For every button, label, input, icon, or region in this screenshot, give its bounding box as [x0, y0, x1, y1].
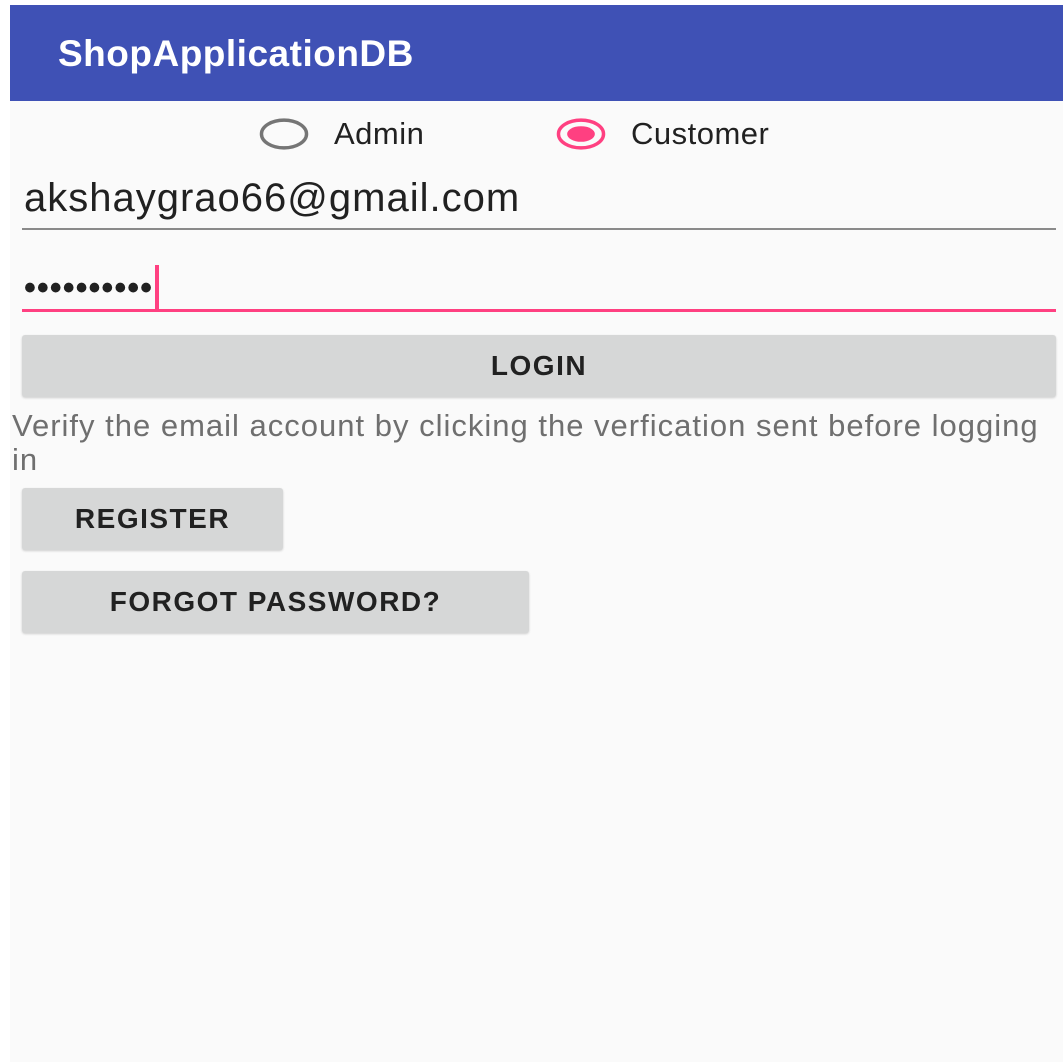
login-button[interactable]: LOGIN — [22, 335, 1056, 397]
register-button[interactable]: REGISTER — [22, 488, 283, 550]
login-screen: ShopApplicationDB Admin Customer akshayg… — [10, 5, 1063, 1062]
radio-checked-icon — [555, 113, 607, 155]
forgot-password-button[interactable]: FORGOT PASSWORD? — [22, 571, 529, 633]
email-field[interactable]: akshaygrao66@gmail.com — [22, 172, 1056, 230]
app-title: ShopApplicationDB — [58, 33, 414, 74]
text-cursor — [155, 265, 160, 311]
app-bar: ShopApplicationDB — [10, 5, 1063, 101]
radio-customer[interactable]: Customer — [555, 109, 769, 159]
password-masked-text: •••••••••• — [24, 268, 154, 307]
radio-admin-label: Admin — [334, 116, 425, 151]
role-radio-group: Admin Customer — [10, 109, 1063, 159]
password-field[interactable]: •••••••••• — [22, 255, 1056, 312]
password-value: •••••••••• — [24, 265, 160, 311]
radio-customer-label: Customer — [631, 116, 770, 151]
verification-notice: Verify the email account by clicking the… — [12, 408, 1039, 477]
email-value: akshaygrao66@gmail.com — [24, 176, 521, 220]
radio-unchecked-icon — [258, 113, 310, 155]
radio-admin[interactable]: Admin — [258, 109, 424, 159]
